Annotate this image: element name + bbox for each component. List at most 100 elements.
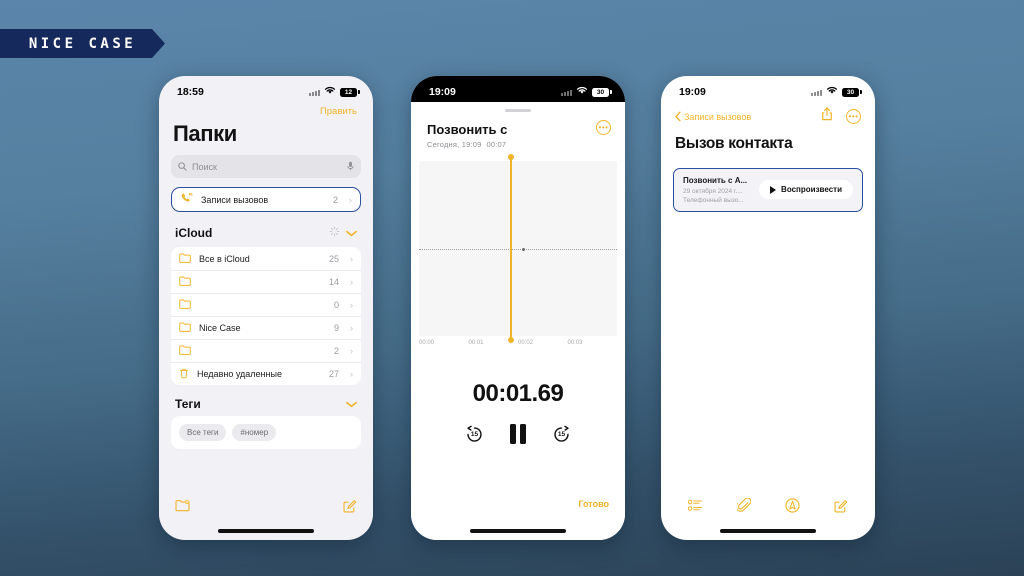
phone-screen-folders: 18:59 12 Править Папки Поиск Записи вызо… bbox=[159, 76, 373, 540]
folder-count: 27 bbox=[328, 369, 339, 379]
battery-level: 12 bbox=[344, 88, 353, 96]
wifi-icon bbox=[576, 86, 588, 98]
paperclip-icon[interactable] bbox=[735, 497, 752, 518]
more-ellipsis-icon[interactable]: ••• bbox=[596, 120, 611, 135]
section-header-icloud[interactable]: iCloud bbox=[171, 212, 361, 247]
recording-date: Сегодня, 19:09 bbox=[427, 140, 482, 149]
folder-count: 25 bbox=[328, 253, 339, 264]
list-item[interactable]: 2 › bbox=[171, 339, 361, 362]
playhead-handle[interactable] bbox=[508, 154, 515, 343]
chevron-right-icon: › bbox=[350, 300, 353, 310]
home-indicator bbox=[470, 529, 566, 533]
chevron-right-icon: › bbox=[350, 369, 353, 379]
phone-recording-icon bbox=[180, 192, 193, 207]
folder-list: Все в iCloud 25 › 14 › 0 › Nice Case 9 › bbox=[171, 247, 361, 385]
wifi-icon bbox=[324, 86, 336, 98]
skip-back-15-button[interactable]: 15 bbox=[465, 425, 484, 444]
recording-title: Позвонить с bbox=[427, 122, 508, 137]
search-input[interactable]: Поиск bbox=[171, 155, 361, 178]
chevron-right-icon: › bbox=[350, 253, 353, 264]
folder-icon bbox=[179, 322, 191, 334]
done-button[interactable]: Готово bbox=[578, 499, 609, 509]
play-button[interactable]: Воспроизвести bbox=[759, 180, 853, 200]
wifi-icon bbox=[826, 86, 838, 98]
cellular-signal-icon bbox=[811, 89, 822, 96]
home-indicator bbox=[720, 529, 816, 533]
compose-icon[interactable] bbox=[834, 499, 848, 518]
folder-icon bbox=[179, 253, 191, 265]
page-title: Вызов контакта bbox=[675, 135, 793, 152]
compose-icon[interactable] bbox=[343, 499, 357, 518]
markup-pen-icon[interactable] bbox=[785, 498, 800, 518]
attachment-date: 29 октября 2024 г.... bbox=[683, 187, 743, 195]
sync-spinner-icon bbox=[329, 224, 340, 242]
waveform-centerline bbox=[419, 248, 617, 251]
skip-forward-15-button[interactable]: 15 bbox=[552, 425, 571, 444]
phone-screen-player: 19:09 30 Позвонить с Сегодня, 19:09 00:07… bbox=[411, 76, 625, 540]
list-item[interactable]: Все в iCloud 25 › bbox=[171, 247, 361, 270]
battery-level: 30 bbox=[596, 88, 605, 96]
sidebar-item-count: 2 bbox=[332, 194, 338, 205]
battery-level: 30 bbox=[846, 88, 855, 96]
more-ellipsis-icon[interactable]: ••• bbox=[846, 109, 861, 124]
list-item[interactable]: Nice Case 9 › bbox=[171, 316, 361, 339]
attachment-card[interactable]: Позвонить с А... 29 октября 2024 г.... Т… bbox=[673, 168, 863, 212]
status-time: 19:09 bbox=[429, 86, 456, 98]
folder-label: Nice Case bbox=[199, 323, 241, 333]
recording-duration: 00:07 bbox=[486, 140, 507, 149]
folders-body: Править Папки Поиск Записи вызовов 2 › i… bbox=[159, 102, 373, 449]
checklist-icon[interactable] bbox=[687, 499, 703, 517]
playback-controls: 15 15 bbox=[411, 424, 625, 444]
section-title: Теги bbox=[175, 397, 201, 411]
chevron-right-icon: › bbox=[349, 194, 352, 205]
folder-count: 0 bbox=[333, 300, 339, 310]
chevron-left-icon bbox=[675, 111, 681, 122]
battery-icon: 30 bbox=[592, 87, 612, 97]
back-button[interactable]: Записи вызовов bbox=[675, 111, 751, 122]
tag-chip-all[interactable]: Все теги bbox=[179, 424, 227, 441]
tag-chip[interactable]: #номер bbox=[232, 424, 277, 441]
attachment-meta: Позвонить с А... 29 октября 2024 г.... Т… bbox=[683, 176, 747, 204]
brand-name: NICE CASE bbox=[28, 35, 137, 52]
battery-icon: 30 bbox=[842, 87, 862, 97]
status-bar: 19:09 30 bbox=[661, 76, 875, 102]
pause-icon[interactable] bbox=[510, 424, 526, 444]
section-header-tags[interactable]: Теги bbox=[171, 385, 361, 416]
battery-icon: 12 bbox=[340, 87, 360, 97]
status-time: 19:09 bbox=[679, 86, 706, 98]
phone-screen-note: 19:09 30 Записи вызовов ••• Вызов контак… bbox=[661, 76, 875, 540]
tags-list: Все теги #номер bbox=[171, 416, 361, 449]
bottom-toolbar bbox=[159, 499, 373, 518]
home-indicator bbox=[218, 529, 314, 533]
section-title: iCloud bbox=[175, 226, 213, 240]
chevron-down-icon[interactable] bbox=[346, 230, 357, 237]
new-folder-icon[interactable] bbox=[175, 499, 190, 518]
attachment-name: Позвонить с А... bbox=[683, 176, 748, 185]
chevron-right-icon: › bbox=[350, 323, 353, 333]
sidebar-item-call-recordings[interactable]: Записи вызовов 2 › bbox=[171, 187, 361, 212]
folders-topbar: Править bbox=[171, 102, 361, 119]
player-header: Позвонить с Сегодня, 19:09 00:07 ••• bbox=[411, 112, 625, 149]
sidebar-item-label: Записи вызовов bbox=[201, 194, 269, 205]
folder-icon bbox=[179, 345, 191, 357]
chevron-down-icon[interactable] bbox=[346, 401, 357, 408]
list-item[interactable]: Недавно удаленные 27 › bbox=[171, 362, 361, 385]
folder-label: Все в iCloud bbox=[199, 253, 250, 264]
status-bar: 19:09 30 bbox=[411, 76, 625, 102]
page-title: Папки bbox=[173, 121, 237, 146]
microphone-icon[interactable] bbox=[347, 158, 354, 176]
share-icon[interactable] bbox=[821, 107, 833, 126]
trash-icon bbox=[179, 368, 189, 381]
list-item[interactable]: 0 › bbox=[171, 293, 361, 316]
folder-icon bbox=[179, 299, 191, 311]
edit-button[interactable]: Править bbox=[320, 106, 357, 117]
waveform-axis-ticks: 00:00 00:01 00:02 00:03 bbox=[419, 340, 617, 346]
list-item[interactable]: 14 › bbox=[171, 270, 361, 293]
back-label: Записи вызовов bbox=[684, 111, 752, 122]
axis-tick: 00:02 bbox=[518, 340, 534, 346]
recording-meta: Сегодня, 19:09 00:07 bbox=[427, 140, 609, 149]
play-icon bbox=[770, 185, 777, 194]
search-icon bbox=[178, 158, 187, 176]
cellular-signal-icon bbox=[561, 89, 572, 96]
waveform-chart[interactable] bbox=[419, 154, 617, 343]
